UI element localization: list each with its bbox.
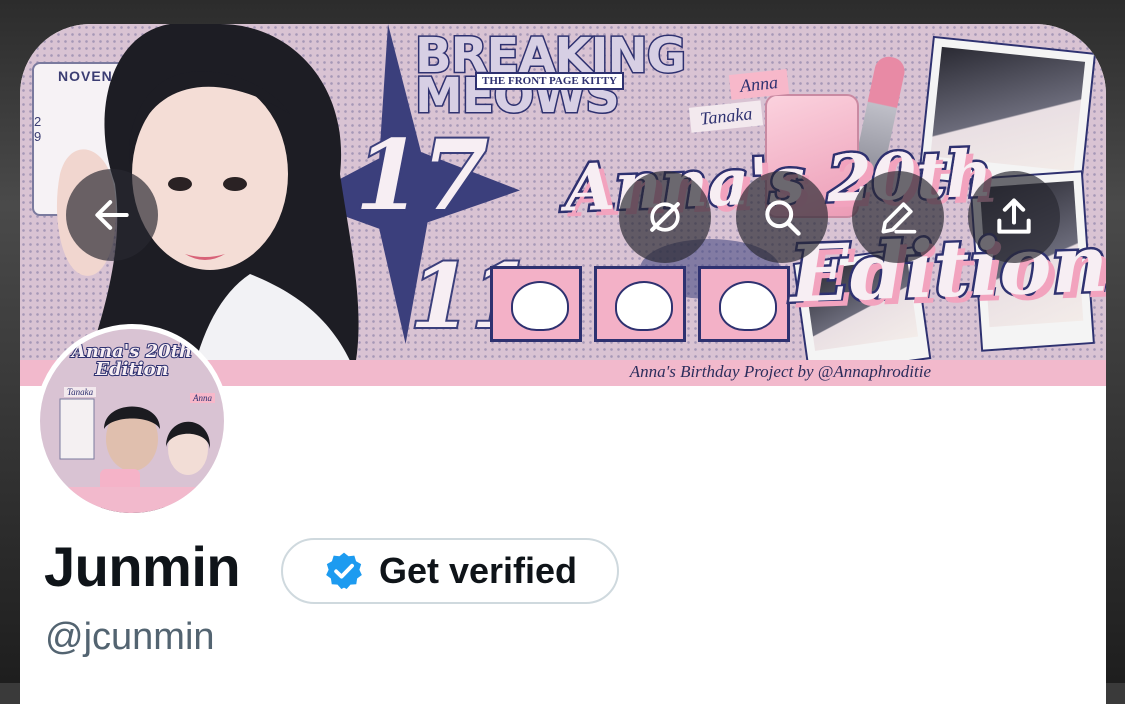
get-verified-label: Get verified xyxy=(378,550,578,591)
banner-cat-panel xyxy=(698,266,790,342)
get-verified-button[interactable]: Get verified xyxy=(281,538,619,604)
share-icon xyxy=(997,198,1031,234)
avatar-photo xyxy=(59,398,211,513)
share-button[interactable] xyxy=(968,171,1060,263)
verified-badge-icon xyxy=(326,552,362,590)
profile-screen: NOVEN 2 9 17 11 BREAKING MEOWS THE FRONT… xyxy=(20,24,1106,704)
banner-credit: Anna's Birthday Project by @Annaphroditi… xyxy=(629,362,931,381)
grok-icon xyxy=(650,202,680,232)
banner-headline-sub: THE FRONT PAGE KITTY xyxy=(475,72,624,90)
banner-cat-panel xyxy=(594,266,686,342)
avatar-footer-strip xyxy=(40,487,224,513)
edit-button[interactable] xyxy=(852,171,944,263)
search-icon xyxy=(765,200,801,236)
edit-icon xyxy=(881,202,917,234)
banner-title-line2: Edition xyxy=(786,216,1106,323)
banner-cat-panel xyxy=(490,266,582,342)
profile-avatar[interactable]: Anna's 20th Edition Tanaka Anna xyxy=(35,324,229,518)
grok-button[interactable] xyxy=(619,171,711,263)
arrow-left-icon xyxy=(95,200,129,230)
banner-cat-strip xyxy=(490,266,790,342)
search-button[interactable] xyxy=(736,171,828,263)
back-button[interactable] xyxy=(66,169,158,261)
profile-handle: @jcunmin xyxy=(45,616,215,658)
display-name: Junmin xyxy=(44,535,241,598)
